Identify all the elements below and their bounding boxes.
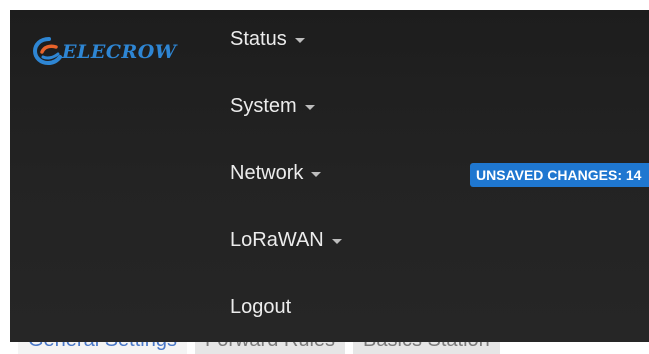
logo-text: ELECROW bbox=[62, 41, 177, 63]
brand-logo[interactable]: ELECROW bbox=[32, 36, 177, 66]
menu-item-network[interactable]: Network bbox=[230, 162, 322, 185]
menu-item-system[interactable]: System bbox=[230, 95, 315, 118]
menu-item-lorawan[interactable]: LoRaWAN bbox=[230, 229, 342, 252]
main-menu-panel: ELECROW Status System Network LoRaWAN Lo… bbox=[10, 10, 649, 342]
page: General Settings Forward Rules Basics St… bbox=[0, 0, 649, 354]
menu-item-logout[interactable]: Logout bbox=[230, 296, 291, 319]
menu-item-label: LoRaWAN bbox=[230, 229, 324, 251]
caret-down-icon bbox=[294, 38, 305, 43]
caret-down-icon bbox=[331, 239, 342, 244]
elecrow-swirl-logo-icon bbox=[32, 37, 62, 66]
menu-item-status[interactable]: Status bbox=[230, 28, 305, 51]
menu-item-label: Status bbox=[230, 28, 287, 50]
menu-item-label: Network bbox=[230, 162, 304, 184]
menu-item-label: Logout bbox=[230, 296, 292, 318]
caret-down-icon bbox=[311, 172, 322, 177]
caret-down-icon bbox=[304, 105, 315, 110]
menu-item-label: System bbox=[230, 95, 297, 117]
unsaved-changes-badge[interactable]: UNSAVED CHANGES: 14 bbox=[470, 163, 649, 187]
